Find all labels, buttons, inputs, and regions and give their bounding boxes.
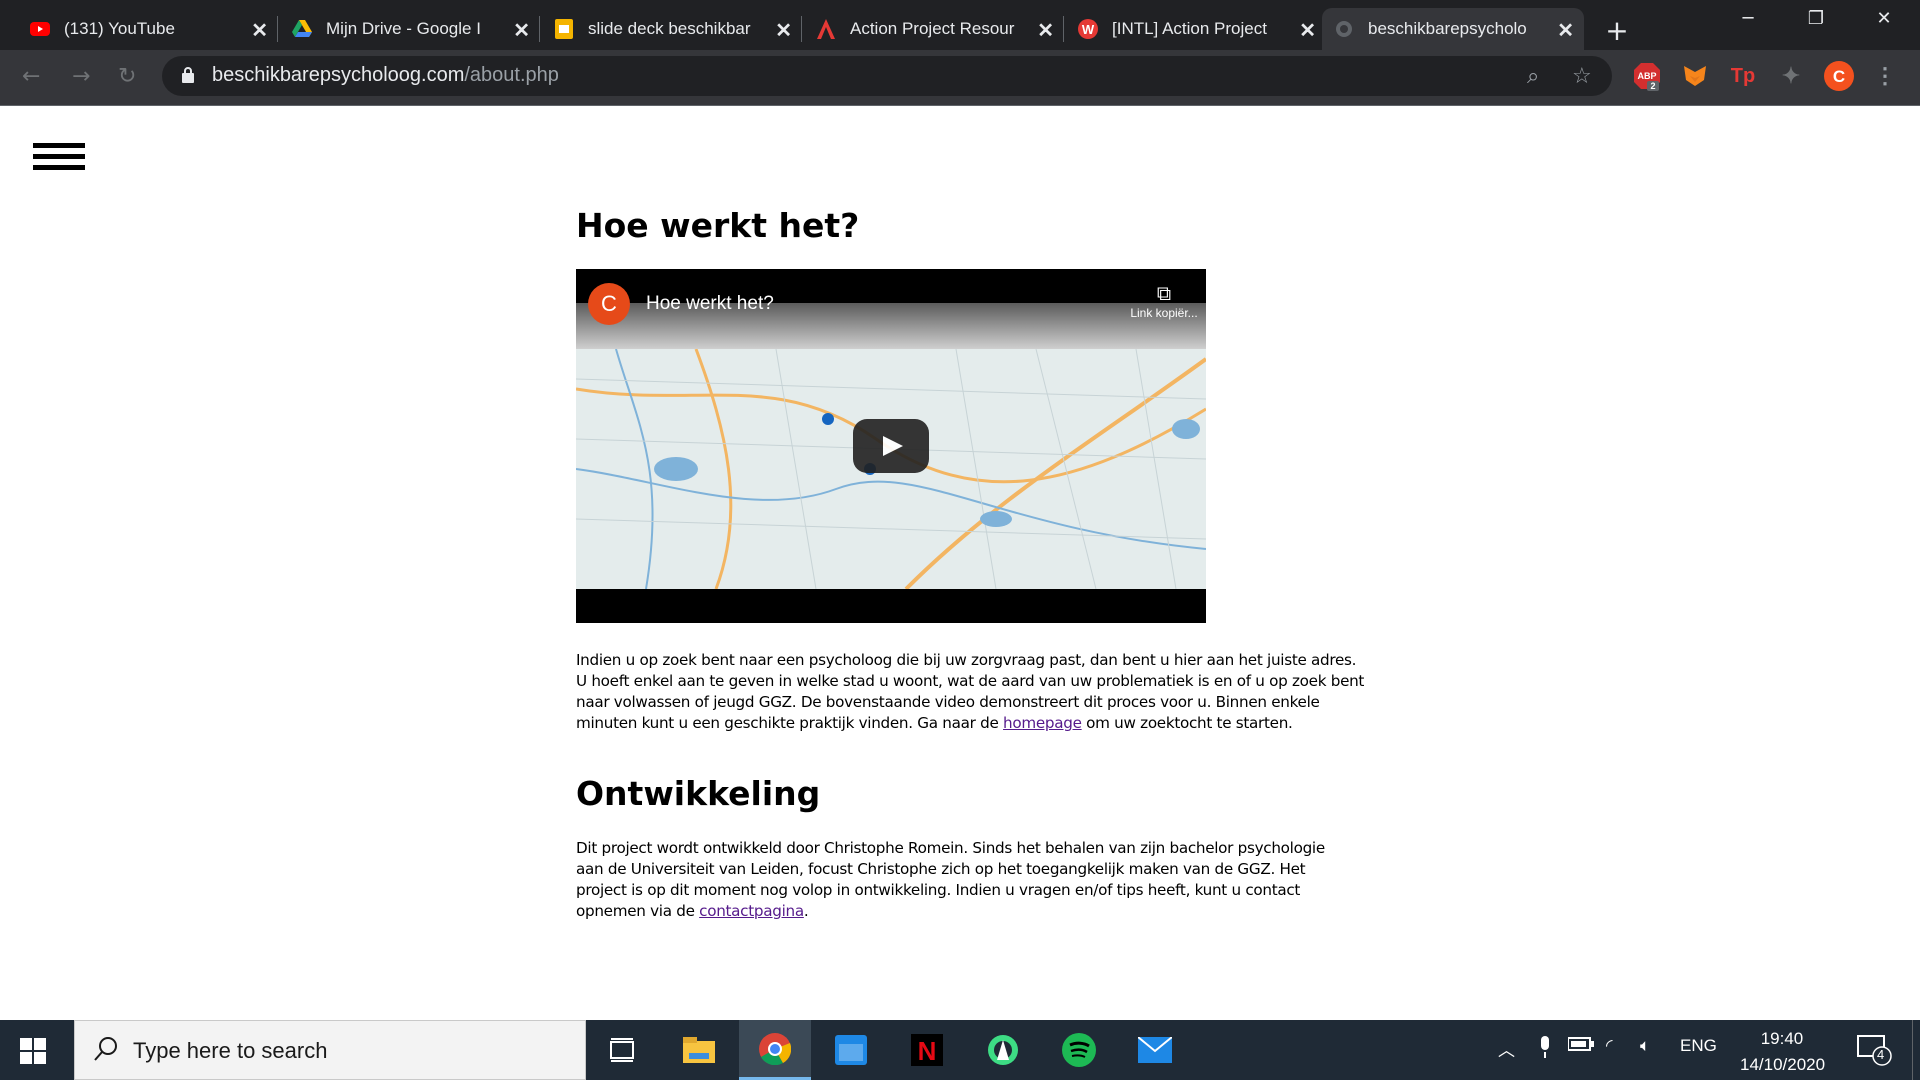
notification-center-icon[interactable]: 4 <box>1856 1034 1892 1066</box>
svg-text:2: 2 <box>1650 81 1655 91</box>
section-title-how-it-works: Hoe werkt het? <box>576 206 860 245</box>
tab-title: [INTL] Action Project <box>1112 19 1267 38</box>
new-tab-button[interactable]: + <box>1600 14 1634 48</box>
search-icon <box>93 1035 119 1067</box>
language-indicator[interactable]: ENG <box>1680 1036 1717 1056</box>
android-studio-icon[interactable] <box>967 1020 1039 1080</box>
globe-icon <box>1334 19 1354 39</box>
spotify-icon[interactable] <box>1043 1020 1115 1080</box>
embedded-video[interactable]: C Hoe werkt het? ⧉ Link kopiër... <box>576 269 1206 623</box>
tab-title: slide deck beschikbar <box>588 19 751 38</box>
tab-google-drive[interactable]: Mijn Drive - Google I ✕ <box>280 8 540 50</box>
tab-title: Mijn Drive - Google I <box>326 19 481 38</box>
browser-toolbar: ← → ↻ beschikbarepsycholoog.com/about.ph… <box>0 50 1920 106</box>
tab-action-project-resources[interactable]: Action Project Resour ✕ <box>804 8 1064 50</box>
tab-slide-deck[interactable]: slide deck beschikbar ✕ <box>542 8 802 50</box>
contact-link[interactable]: contactpagina <box>699 902 804 920</box>
microphone-icon[interactable] <box>1538 1036 1552 1063</box>
bookmark-star-icon[interactable]: ☆ <box>1572 64 1592 89</box>
svg-text:ABP: ABP <box>1637 71 1656 81</box>
url-host: beschikbarepsycholoog.com <box>212 64 465 86</box>
channel-avatar[interactable]: C <box>588 283 630 325</box>
taskbar-search-box[interactable]: Type here to search <box>74 1020 586 1080</box>
extension-icon[interactable]: ✦ <box>1776 61 1806 91</box>
action-project-icon <box>816 19 836 39</box>
copy-icon: ⧉ <box>1156 283 1172 305</box>
window-close-icon[interactable]: ✕ <box>1864 8 1904 29</box>
homepage-link[interactable]: homepage <box>1003 714 1082 732</box>
svg-text:N: N <box>918 1036 937 1066</box>
w-app-icon: W <box>1078 19 1098 39</box>
calendar-icon[interactable] <box>815 1020 887 1080</box>
google-slides-icon <box>554 19 574 39</box>
reload-icon[interactable]: ↻ <box>118 64 136 89</box>
video-title[interactable]: Hoe werkt het? <box>646 293 774 315</box>
lock-icon <box>182 67 194 83</box>
notification-count: 4 <box>1877 1047 1885 1062</box>
profile-avatar[interactable]: C <box>1824 61 1854 91</box>
url-text[interactable]: beschikbarepsycholoog.com/about.php <box>212 64 559 87</box>
chevron-up-icon[interactable]: ︿ <box>1498 1036 1515 1061</box>
metamask-icon[interactable] <box>1680 61 1710 91</box>
address-bar[interactable]: beschikbarepsycholoog.com/about.php ⌕ ☆ <box>162 56 1612 96</box>
close-icon[interactable]: ✕ <box>775 18 792 43</box>
svg-text:W: W <box>1082 22 1095 37</box>
intro-paragraph: Indien u op zoek bent naar een psycholoo… <box>576 651 1365 732</box>
menu-kebab-icon[interactable]: ⋮ <box>1870 61 1900 91</box>
tab-beschikbarepsycholoog[interactable]: beschikbarepsycholo ✕ <box>1322 8 1584 50</box>
tab-title: Action Project Resour <box>850 19 1015 38</box>
close-icon[interactable]: ✕ <box>1037 18 1054 43</box>
tab-strip: (131) YouTube ✕ Mijn Drive - Google I ✕ … <box>0 0 1920 50</box>
tab-youtube[interactable]: (131) YouTube ✕ <box>18 8 278 50</box>
tab-title: (131) YouTube <box>64 19 175 38</box>
show-desktop-button[interactable] <box>1912 1020 1920 1080</box>
clock-date: 14/10/2020 <box>1740 1055 1826 1074</box>
windows-taskbar: Type here to search N ︿ ◜ 🔈︎ ENG 19:40 1… <box>0 1020 1920 1080</box>
copy-link-button[interactable]: ⧉ Link kopiër... <box>1124 283 1204 320</box>
tab-title: beschikbarepsycholo <box>1368 19 1527 38</box>
back-icon[interactable]: ← <box>22 64 40 89</box>
clock-time: 19:40 <box>1760 1029 1804 1048</box>
chrome-icon[interactable] <box>739 1020 811 1080</box>
tab-intl-action-project[interactable]: W [INTL] Action Project ✕ <box>1066 8 1326 50</box>
windows-start-icon[interactable] <box>20 1038 46 1064</box>
file-explorer-icon[interactable] <box>663 1020 735 1080</box>
adblock-icon[interactable]: ABP 2 <box>1632 61 1662 91</box>
task-view-icon[interactable] <box>586 1020 658 1080</box>
hamburger-menu-icon[interactable] <box>33 143 85 176</box>
tp-extension-icon[interactable]: Tp <box>1728 61 1758 91</box>
clock[interactable]: 19:40 14/10/2020 <box>1740 1026 1826 1078</box>
zoom-icon[interactable]: ⌕ <box>1527 64 1539 89</box>
netflix-icon[interactable]: N <box>891 1020 963 1080</box>
play-button[interactable] <box>853 419 929 473</box>
search-placeholder: Type here to search <box>133 1038 328 1063</box>
forward-icon[interactable]: → <box>72 64 90 89</box>
mail-icon[interactable] <box>1119 1020 1191 1080</box>
restore-icon[interactable]: ❐ <box>1796 8 1836 29</box>
close-icon[interactable]: ✕ <box>1299 18 1316 43</box>
wifi-icon[interactable]: ◜ <box>1606 1036 1613 1056</box>
development-paragraph: Dit project wordt ontwikkeld door Christ… <box>576 839 1325 920</box>
url-path: /about.php <box>464 64 559 86</box>
close-icon[interactable]: ✕ <box>251 18 268 43</box>
svg-text:C: C <box>1833 67 1845 86</box>
close-icon[interactable]: ✕ <box>1557 18 1574 43</box>
close-icon[interactable]: ✕ <box>513 18 530 43</box>
minimize-icon[interactable]: ─ <box>1728 8 1768 29</box>
copy-link-label: Link kopiër... <box>1130 306 1198 320</box>
section-title-development: Ontwikkeling <box>576 774 821 813</box>
battery-icon[interactable] <box>1567 1036 1594 1056</box>
volume-icon[interactable]: 🔈︎ <box>1640 1036 1650 1056</box>
youtube-icon <box>30 19 50 39</box>
google-drive-icon <box>292 19 312 39</box>
